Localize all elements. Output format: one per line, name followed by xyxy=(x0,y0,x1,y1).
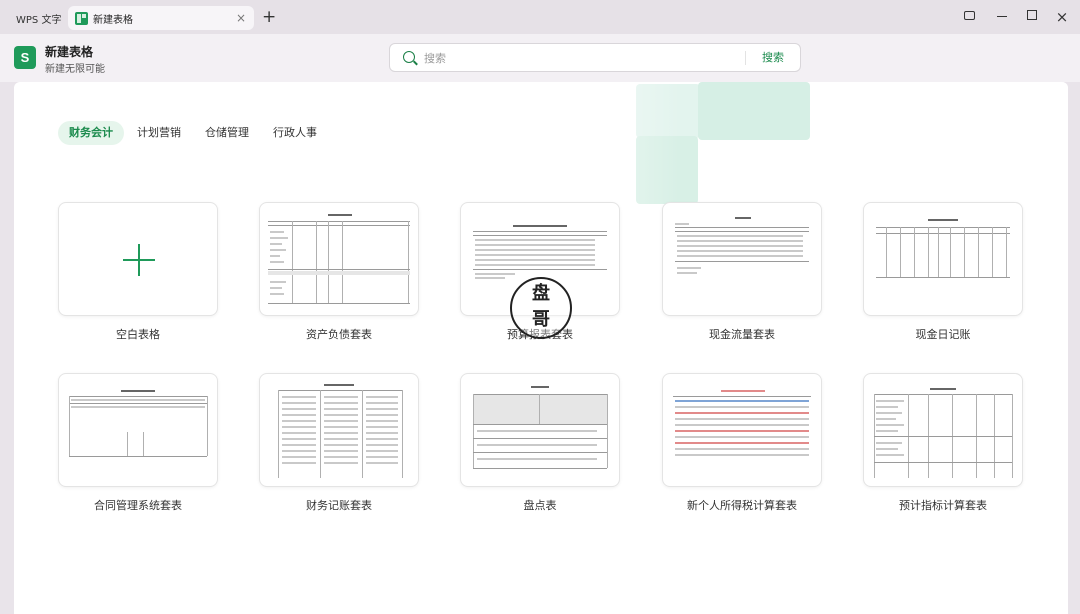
template-card-bookkeeping[interactable] xyxy=(259,373,419,487)
tab-close-icon[interactable]: × xyxy=(236,11,246,25)
template-card-forecast-indicators[interactable] xyxy=(863,373,1023,487)
search-input[interactable] xyxy=(424,48,724,68)
page-subtitle: 新建无限可能 xyxy=(45,64,105,75)
search-icon xyxy=(403,51,415,63)
template-thumbnail xyxy=(268,211,410,307)
tab-warehouse-management[interactable]: 仓储管理 xyxy=(194,121,260,145)
search-button[interactable]: 搜索 xyxy=(752,44,794,71)
template-card-blank[interactable] xyxy=(58,202,218,316)
spreadsheet-icon xyxy=(75,11,88,25)
template-label[interactable]: 现金流量套表 xyxy=(662,326,822,342)
minimize-button[interactable] xyxy=(992,8,1012,26)
template-label[interactable]: 资产负债套表 xyxy=(259,326,419,342)
watermark-char: 盘 xyxy=(532,283,550,304)
category-tabs: 财务会计 计划营销 仓储管理 行政人事 xyxy=(58,121,330,145)
search-box: 搜索 xyxy=(389,43,801,72)
template-card-cash-journal[interactable] xyxy=(863,202,1023,316)
template-thumbnail xyxy=(671,211,813,307)
tab-finance-accounting[interactable]: 财务会计 xyxy=(58,121,124,145)
template-thumbnail xyxy=(671,382,813,478)
template-label[interactable]: 新个人所得税计算套表 xyxy=(662,497,822,513)
watermark-stamp: 盘 哥 xyxy=(510,277,572,339)
header: S 新建表格 新建无限可能 搜索 xyxy=(0,34,1080,82)
template-label[interactable]: 财务记账套表 xyxy=(259,497,419,513)
tab-new-spreadsheet[interactable]: 新建表格 × xyxy=(68,6,254,30)
tile-windows-button[interactable] xyxy=(959,8,979,26)
minimize-icon xyxy=(997,15,1007,18)
watermark-char: 哥 xyxy=(532,309,550,330)
template-label[interactable]: 盘点表 xyxy=(460,497,620,513)
new-tab-plus-icon[interactable]: + xyxy=(262,7,276,27)
template-thumbnail xyxy=(872,382,1014,478)
template-card-contract-management[interactable] xyxy=(58,373,218,487)
spreadsheet-logo-icon: S xyxy=(14,46,36,69)
tab-wps-writer-label: WPS 文字 xyxy=(16,14,62,26)
template-label[interactable]: 空白表格 xyxy=(58,326,218,342)
page-title: 新建表格 xyxy=(45,45,94,59)
title-bar: WPS 文字 新建表格 × + × xyxy=(0,0,1080,34)
template-card-balance-sheet[interactable] xyxy=(259,202,419,316)
maximize-button[interactable] xyxy=(1022,8,1042,26)
template-gallery: 财务会计 计划营销 仓储管理 行政人事 空白表格 资产负债套表 预算报表套表 现… xyxy=(14,82,1068,614)
template-label[interactable]: 预计指标计算套表 xyxy=(863,497,1023,513)
template-thumbnail xyxy=(872,211,1014,307)
tab-new-spreadsheet-label: 新建表格 xyxy=(93,14,133,26)
template-label[interactable]: 现金日记账 xyxy=(863,326,1023,342)
close-window-button[interactable]: × xyxy=(1052,8,1072,28)
plus-icon xyxy=(138,244,140,276)
template-card-income-tax[interactable] xyxy=(662,373,822,487)
template-thumbnail xyxy=(268,382,410,478)
maximize-icon xyxy=(1027,10,1037,20)
close-window-icon: × xyxy=(1055,8,1069,26)
template-card-inventory-count[interactable] xyxy=(460,373,620,487)
tab-wps-writer[interactable]: WPS 文字 xyxy=(6,6,64,30)
tab-admin-hr[interactable]: 行政人事 xyxy=(262,121,328,145)
search-divider xyxy=(745,51,746,65)
tab-planning-marketing[interactable]: 计划营销 xyxy=(126,121,192,145)
template-label[interactable]: 合同管理系统套表 xyxy=(58,497,218,513)
banner-fade xyxy=(514,82,1068,212)
template-thumbnail xyxy=(67,382,209,478)
template-card-cash-flow[interactable] xyxy=(662,202,822,316)
tile-windows-icon xyxy=(963,11,975,20)
template-thumbnail xyxy=(469,382,611,478)
